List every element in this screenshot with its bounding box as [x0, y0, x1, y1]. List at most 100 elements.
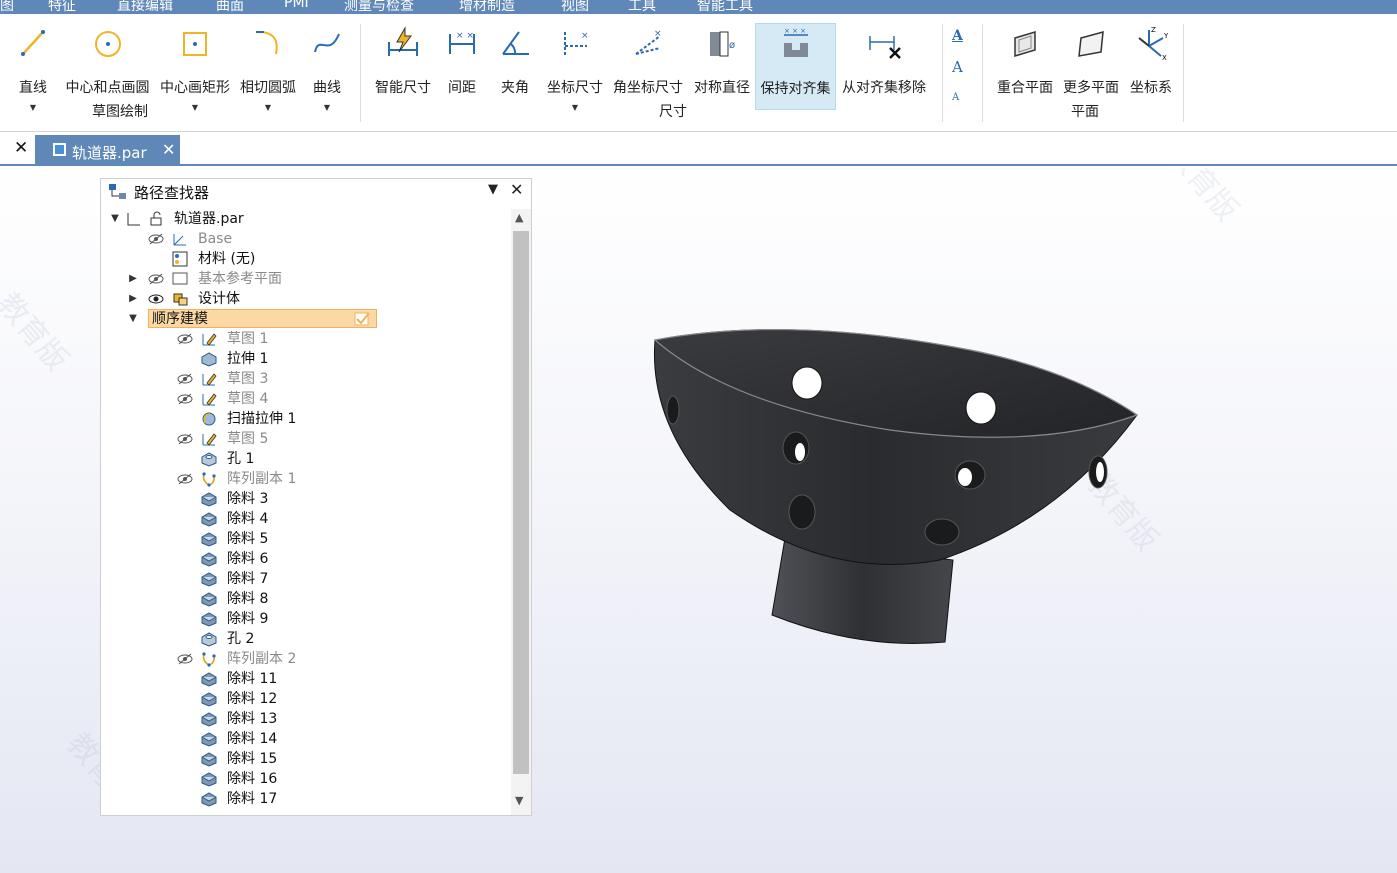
tree-scrollbar[interactable]: ▲ ▼	[511, 209, 531, 815]
tree-item-reference-planes[interactable]: ▶ 基本参考平面	[101, 269, 511, 289]
line-label: 直线	[19, 80, 47, 96]
tree-item-sketch[interactable]: 草图 4	[101, 389, 511, 409]
chevron-down-icon[interactable]: ▼	[324, 103, 330, 112]
hidden-eye-icon[interactable]	[148, 232, 164, 246]
hidden-eye-icon[interactable]	[177, 372, 193, 386]
tree-item-cut[interactable]: 除料 8	[101, 589, 511, 609]
collapse-arrow-icon[interactable]: ▼	[127, 309, 139, 329]
rectangle-icon	[183, 32, 207, 56]
coincident-plane-label: 重合平面	[997, 80, 1053, 96]
tangent-arc-button[interactable]: 相切圆弧 ▼	[237, 14, 299, 132]
tree-item-cut[interactable]: 除料 6	[101, 549, 511, 569]
close-icon[interactable]: ✕	[162, 140, 175, 159]
line-button[interactable]: 直线 ▼	[10, 14, 56, 132]
menu-tab-additive[interactable]: 增材制造	[459, 0, 515, 14]
tree-item-sweep[interactable]: 扫描拉伸 1	[101, 409, 511, 429]
menu-tab-tools[interactable]: 工具	[628, 0, 656, 14]
eye-icon[interactable]	[148, 292, 164, 306]
menu-tab-smart-tools[interactable]: 智能工具	[697, 0, 753, 14]
tree-item-sketch[interactable]: 草图 5	[101, 429, 511, 449]
menu-tab-features[interactable]: 特征	[48, 0, 76, 14]
tree-item-cut[interactable]: 除料 16	[101, 769, 511, 789]
smart-dimension-button[interactable]: 智能尺寸	[370, 14, 436, 132]
tree-item-label: 除料 6	[227, 551, 269, 567]
curve-button[interactable]: 曲线 ▼	[304, 14, 350, 132]
tree-item-cut[interactable]: 除料 4	[101, 509, 511, 529]
distance-button[interactable]: × × 间距	[440, 14, 484, 132]
tree-item-ordered-modeling[interactable]: ▼ 顺序建模	[101, 309, 511, 329]
close-icon[interactable]: ✕	[510, 180, 523, 199]
tree-item-pattern[interactable]: 阵列副本 1	[101, 469, 511, 489]
tree-item-cut[interactable]: 除料 9	[101, 609, 511, 629]
tree-item-label: 拉伸 1	[227, 351, 269, 367]
tree-item-part[interactable]: ▼ 轨道器.par	[101, 209, 511, 229]
scroll-up-icon[interactable]: ▲	[515, 211, 523, 224]
menu-tab-sketch[interactable]: 图	[0, 0, 14, 14]
hidden-eye-icon[interactable]	[177, 332, 193, 346]
coordinate-system-button[interactable]: ZY X 坐标系	[1125, 14, 1177, 132]
tree-item-cut[interactable]: 除料 13	[101, 709, 511, 729]
tree-item-hole[interactable]: 孔 2	[101, 629, 511, 649]
tree-item-sketch[interactable]: 草图 3	[101, 369, 511, 389]
keep-alignment-set-button[interactable]: × × × 保持对齐集	[755, 23, 836, 110]
checkbox-icon[interactable]	[353, 311, 371, 327]
distance-icon: × ×	[449, 31, 475, 54]
menu-tab-pmi[interactable]: PMI	[284, 0, 309, 11]
symmetric-diameter-button[interactable]: ø 对称直径	[690, 14, 754, 132]
tree-item-cut[interactable]: 除料 17	[101, 789, 511, 809]
increase-font-icon[interactable]: A	[952, 58, 963, 76]
tree-item-label: 阵列副本 1	[227, 471, 297, 487]
sketch-icon	[202, 373, 217, 386]
tree-item-cut[interactable]: 除料 14	[101, 729, 511, 749]
dropdown-icon[interactable]: ▼	[488, 182, 498, 197]
expand-arrow-icon[interactable]: ▶	[127, 289, 139, 309]
menu-tab-surface[interactable]: 曲面	[216, 0, 244, 14]
tree-item-cut[interactable]: 除料 7	[101, 569, 511, 589]
chevron-down-icon[interactable]: ▼	[30, 103, 36, 112]
tree-item-base[interactable]: Base	[101, 229, 511, 249]
menu-tab-direct-edit[interactable]: 直接编辑	[117, 0, 173, 14]
chevron-down-icon[interactable]: ▼	[265, 103, 271, 112]
tree-item-cut[interactable]: 除料 11	[101, 669, 511, 689]
tree-item-extrude[interactable]: 拉伸 1	[101, 349, 511, 369]
tree-item-design-body[interactable]: ▶ 设计体	[101, 289, 511, 309]
cut-icon	[201, 772, 217, 787]
bowl-model[interactable]	[640, 310, 1160, 660]
scroll-down-icon[interactable]: ▼	[515, 794, 523, 807]
menu-tab-view[interactable]: 视图	[561, 0, 589, 14]
scrollbar-thumb[interactable]	[513, 231, 529, 774]
chevron-down-icon[interactable]: ▼	[572, 103, 578, 112]
hidden-eye-icon[interactable]	[177, 392, 193, 406]
coordinate-dimension-button[interactable]: × 坐标尺寸 ▼	[543, 14, 607, 132]
tree-item-cut[interactable]: 除料 12	[101, 689, 511, 709]
hidden-eye-icon[interactable]	[148, 272, 164, 286]
remove-from-alignment-button[interactable]: 从对齐集移除	[838, 14, 930, 132]
cut-icon	[201, 752, 217, 767]
close-all-icon[interactable]: ✕	[14, 138, 28, 158]
tree-item-cut[interactable]: 除料 5	[101, 529, 511, 549]
collapse-arrow-icon[interactable]: ▼	[109, 209, 121, 229]
tree-item-hole[interactable]: 孔 1	[101, 449, 511, 469]
menu-tab-inspect[interactable]: 测量与检查	[344, 0, 414, 14]
hidden-eye-icon[interactable]	[177, 432, 193, 446]
keep-alignment-icon: × × ×	[783, 27, 808, 57]
tree-item-cut[interactable]: 除料 3	[101, 489, 511, 509]
coincident-plane-button[interactable]: 重合平面	[993, 14, 1057, 132]
tree-item-cut[interactable]: 除料 15	[101, 749, 511, 769]
hidden-eye-icon[interactable]	[177, 652, 193, 666]
cut-icon	[201, 792, 217, 807]
tree-item-label: 除料 9	[227, 611, 269, 627]
tree-item-label: 顺序建模	[152, 311, 208, 327]
hidden-eye-icon[interactable]	[177, 472, 193, 486]
expand-arrow-icon[interactable]: ▶	[127, 269, 139, 289]
tree-item-material[interactable]: 材料 (无)	[101, 249, 511, 269]
rectangle-button[interactable]: 中心画矩形 ▼	[157, 14, 233, 132]
tree-item-sketch[interactable]: 草图 1	[101, 329, 511, 349]
text-style-icon[interactable]: A	[952, 28, 963, 44]
svg-text:× × ×: × × ×	[784, 27, 806, 35]
angle-button[interactable]: 夹角	[493, 14, 537, 132]
decrease-font-icon[interactable]: A	[952, 92, 959, 103]
tree-item-pattern[interactable]: 阵列副本 2	[101, 649, 511, 669]
document-tab[interactable]: 轨道器.par ✕	[35, 135, 180, 166]
chevron-down-icon[interactable]: ▼	[192, 103, 198, 112]
